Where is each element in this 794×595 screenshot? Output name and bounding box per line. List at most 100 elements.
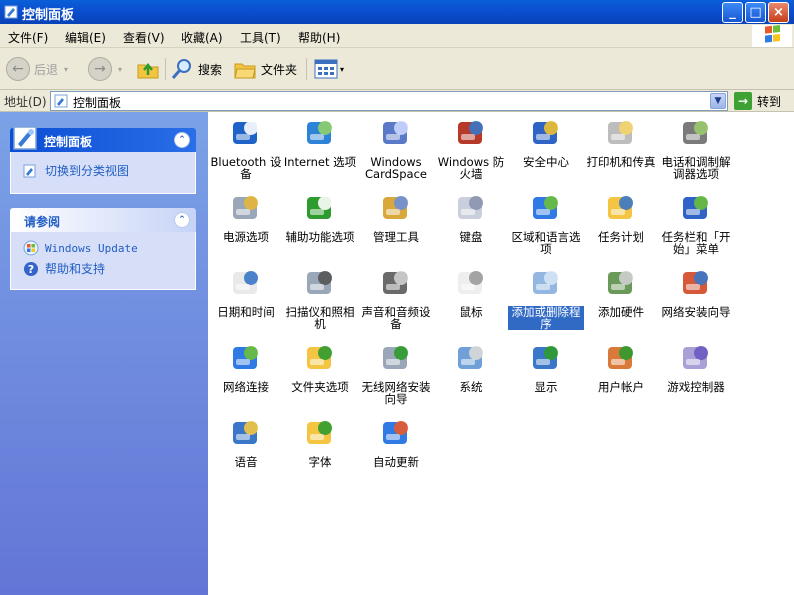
- folder-options-icon: [307, 346, 332, 369]
- control-panel-box: 控制面板 ⌃ 切换到分类视图: [10, 126, 196, 194]
- control-panel-item[interactable]: 安全中心: [508, 116, 584, 168]
- control-panel-item[interactable]: Windows 防火墙: [433, 116, 509, 180]
- address-input[interactable]: 控制面板 ▼: [50, 91, 728, 111]
- control-panel-item-label: 文件夹选项: [291, 380, 349, 394]
- title-bar[interactable]: 控制面板 _ □ ×: [0, 0, 794, 24]
- control-panel-item[interactable]: Internet 选项: [282, 116, 358, 168]
- internet-options-icon: [307, 121, 332, 144]
- globe-icon: [533, 196, 558, 219]
- control-panel-item[interactable]: 电源选项: [208, 191, 284, 243]
- menu-tools[interactable]: 工具(T): [240, 29, 281, 46]
- see-also-title: 请参阅: [24, 215, 61, 229]
- control-panel-item[interactable]: 区域和语言选项: [508, 191, 584, 255]
- control-panel-item[interactable]: 语音: [208, 416, 284, 468]
- collapse-chevron-icon[interactable]: ⌃: [174, 212, 190, 228]
- scheduled-tasks-icon: [608, 196, 633, 219]
- control-panel-item-label: 用户帐户: [598, 380, 644, 394]
- folders-button[interactable]: 文件夹: [233, 55, 297, 83]
- control-panel-item[interactable]: 添加硬件: [583, 266, 659, 318]
- forward-dropdown-icon[interactable]: ▾: [118, 65, 122, 74]
- fonts-icon: [307, 421, 332, 444]
- search-button[interactable]: 搜索: [170, 55, 222, 83]
- menu-view[interactable]: 查看(V): [123, 29, 165, 46]
- control-panel-item[interactable]: 键盘: [433, 191, 509, 243]
- control-panel-item[interactable]: 辅助功能选项: [282, 191, 358, 243]
- toolbar-separator: [165, 58, 166, 80]
- control-panel-item[interactable]: 显示: [508, 341, 584, 393]
- control-panel-item[interactable]: 添加或删除程序: [508, 266, 584, 330]
- control-panel-item[interactable]: 用户帐户: [583, 341, 659, 393]
- control-panel-item-label: 网络连接: [223, 380, 269, 394]
- menu-file[interactable]: 文件(F): [8, 29, 48, 46]
- control-panel-item-label: 日期和时间: [217, 305, 275, 319]
- accessibility-icon: [307, 196, 332, 219]
- control-panel-item[interactable]: 系统: [433, 341, 509, 393]
- windows-logo-icon: [383, 421, 408, 444]
- control-panel-item-label: 游戏控制器: [667, 380, 725, 394]
- control-panel-item[interactable]: 日期和时间: [208, 266, 284, 318]
- keyboard-icon: [458, 196, 483, 219]
- control-panel-item[interactable]: 游戏控制器: [658, 341, 734, 393]
- speech-icon: [233, 421, 258, 444]
- windows-update-link[interactable]: Windows Update: [23, 240, 138, 256]
- control-panel-icon: [13, 126, 37, 150]
- control-panel-item-label: 网络安装向导: [661, 305, 731, 319]
- control-panel-item[interactable]: 鼠标: [433, 266, 509, 318]
- users-icon: [608, 346, 633, 369]
- date-time-icon: [233, 271, 258, 294]
- menu-edit[interactable]: 编辑(E): [65, 29, 106, 46]
- control-panel-item-label: Internet 选项: [283, 155, 357, 169]
- control-panel-item-label: 语音: [234, 455, 258, 469]
- control-panel-item-label: 声音和音频设备: [361, 305, 431, 331]
- control-panel-item[interactable]: 无线网络安装向导: [358, 341, 434, 405]
- go-button[interactable]: → 转到: [734, 92, 781, 110]
- control-panel-item[interactable]: 管理工具: [358, 191, 434, 243]
- control-panel-item[interactable]: 任务栏和「开始」菜单: [658, 191, 734, 255]
- help-support-link[interactable]: ? 帮助和支持: [23, 260, 105, 277]
- control-panel-item[interactable]: Windows CardSpace: [358, 116, 434, 180]
- control-panel-item[interactable]: 任务计划: [583, 191, 659, 243]
- control-panel-item[interactable]: 声音和音频设备: [358, 266, 434, 330]
- control-panel-item[interactable]: 文件夹选项: [282, 341, 358, 393]
- control-panel-item[interactable]: 扫描仪和照相机: [282, 266, 358, 330]
- control-panel-item[interactable]: 网络连接: [208, 341, 284, 393]
- control-panel-item-label: 显示: [534, 380, 558, 394]
- control-panel-item[interactable]: 字体: [282, 416, 358, 468]
- toolbar-separator: [306, 58, 307, 80]
- address-dropdown-icon[interactable]: ▼: [710, 93, 726, 109]
- help-support-label: 帮助和支持: [45, 262, 106, 276]
- control-panel-item-label: 添加硬件: [598, 305, 644, 319]
- control-panel-item-label: 安全中心: [523, 155, 569, 169]
- control-panel-item[interactable]: 打印机和传真: [583, 116, 659, 168]
- control-panel-item[interactable]: 网络安装向导: [658, 266, 734, 318]
- windows-update-label: Windows Update: [45, 241, 138, 255]
- control-panel-item-label: 电源选项: [223, 230, 269, 244]
- power-options-icon: [233, 196, 258, 219]
- close-button[interactable]: ×: [768, 2, 789, 23]
- control-panel-item-label: 自动更新: [373, 455, 419, 469]
- category-view-icon: [23, 164, 36, 177]
- task-pane: 控制面板 ⌃ 切换到分类视图 请参阅 ⌃ Windows Update ? 帮助…: [0, 112, 208, 595]
- up-folder-button[interactable]: [136, 55, 160, 83]
- control-panel-item-label: 添加或删除程序: [508, 306, 584, 330]
- see-also-header[interactable]: 请参阅 ⌃: [10, 208, 196, 232]
- collapse-chevron-icon[interactable]: ⌃: [174, 132, 190, 148]
- views-button[interactable]: ▾: [314, 55, 344, 83]
- menu-favorites[interactable]: 收藏(A): [181, 29, 223, 46]
- maximize-button[interactable]: □: [745, 2, 766, 23]
- control-panel-item-label: 系统: [459, 380, 483, 394]
- switch-to-category-view-link[interactable]: 切换到分类视图: [23, 162, 129, 179]
- minimize-button[interactable]: _: [722, 2, 743, 23]
- back-button[interactable]: ← 后退 ▾: [6, 55, 68, 83]
- menu-help[interactable]: 帮助(H): [298, 29, 340, 46]
- control-panel-item-label: 字体: [308, 455, 332, 469]
- scanner-camera-icon: [307, 271, 332, 294]
- windows-logo-icon: [752, 25, 792, 47]
- svg-text:?: ?: [28, 263, 34, 276]
- forward-button[interactable]: → ▾: [88, 55, 122, 83]
- control-panel-item[interactable]: Bluetooth 设备: [208, 116, 284, 180]
- back-dropdown-icon[interactable]: ▾: [64, 65, 68, 74]
- control-panel-item[interactable]: 电话和调制解调器选项: [658, 116, 734, 180]
- control-panel-header[interactable]: 控制面板 ⌃: [10, 126, 196, 152]
- control-panel-item[interactable]: 自动更新: [358, 416, 434, 468]
